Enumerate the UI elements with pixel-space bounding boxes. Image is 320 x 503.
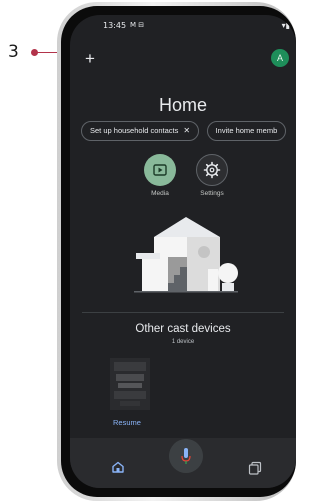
avatar[interactable]: A [271, 49, 289, 67]
close-icon[interactable]: ✕ [183, 126, 190, 135]
chip-household-contacts[interactable]: Set up household contacts ✕ [81, 121, 200, 141]
suggestion-chips: Set up household contacts ✕ Invite home m… [81, 121, 289, 141]
chip-label: Invite home memb [215, 126, 278, 135]
devices-tab-icon[interactable] [248, 461, 262, 475]
media-button[interactable]: Media [137, 154, 183, 197]
plus-icon[interactable]: + [83, 50, 97, 67]
cast-section-title: Other cast devices [135, 323, 231, 335]
page-title: Home [158, 95, 207, 115]
cast-device-count: 1 device [171, 339, 195, 345]
status-bar: 13:45 M ⊟ ▾▮ [70, 21, 296, 35]
mic-button[interactable] [169, 439, 203, 473]
home-illustration [134, 217, 238, 293]
media-icon [144, 154, 176, 186]
wifi-battery-icon: ▾▮ [281, 21, 290, 30]
notification-icons: M ⊟ [130, 21, 145, 29]
app-screen: 13:45 M ⊟ ▾▮ + A Home Set up household c… [70, 15, 296, 488]
section-divider [82, 312, 284, 313]
home-tab-icon[interactable] [110, 459, 126, 475]
chip-invite-home-members[interactable]: Invite home memb [206, 121, 287, 141]
gear-icon [196, 154, 228, 186]
phone-bezel: 13:45 M ⊟ ▾▮ + A Home Set up household c… [61, 6, 296, 497]
chip-label: Set up household contacts [90, 126, 179, 135]
media-label: Media [151, 190, 169, 197]
phone-frame: 13:45 M ⊟ ▾▮ + A Home Set up household c… [57, 2, 296, 501]
settings-label: Settings [200, 190, 224, 197]
resume-link[interactable]: Resume [113, 418, 141, 427]
status-time: 13:45 [103, 21, 127, 30]
cast-device-tile[interactable] [110, 358, 150, 410]
annotation-number: 3 [8, 42, 19, 62]
settings-button[interactable]: Settings [189, 154, 235, 197]
